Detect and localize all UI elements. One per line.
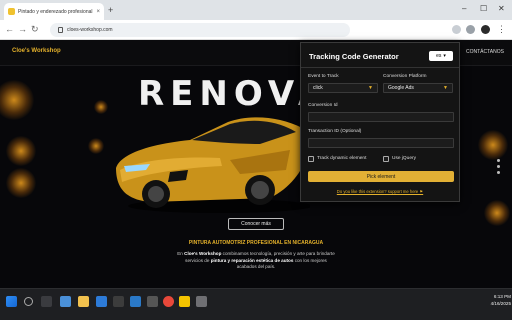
- close-window-button[interactable]: ✕: [498, 4, 505, 13]
- clock-date: 4/16/2025: [490, 301, 511, 306]
- tunnel-light: [6, 136, 36, 166]
- transaction-id-input[interactable]: [308, 138, 454, 148]
- conversion-id-label: Conversion Id: [308, 103, 338, 108]
- widgets-icon[interactable]: [60, 296, 71, 307]
- system-clock[interactable]: 6:13 PM 4/16/2025: [483, 293, 511, 307]
- forward-icon[interactable]: →: [18, 24, 27, 34]
- pick-element-button[interactable]: Pick element: [308, 171, 454, 182]
- platform-value: Google Ads: [388, 85, 414, 91]
- contact-link[interactable]: CONTÁCTANOS: [466, 49, 504, 55]
- tab-title: Pintado y enderezado profesional: [18, 8, 93, 15]
- extensions-puzzle-icon[interactable]: [466, 25, 475, 34]
- tracking-code-generator-popup: Tracking Code Generator es ▾ Event to Tr…: [300, 42, 460, 202]
- platform-label: Conversion Platform: [383, 74, 427, 79]
- clock-time: 6:13 PM: [493, 294, 511, 299]
- url-text: cloes-workshop.com: [67, 27, 113, 33]
- tab-close-icon[interactable]: ×: [96, 9, 100, 15]
- language-value: es: [436, 53, 442, 59]
- tunnel-light: [478, 130, 508, 160]
- tunnel-light: [6, 168, 36, 198]
- dropdown-arrow-icon: ▼: [368, 85, 373, 91]
- event-select[interactable]: click ▼: [308, 83, 378, 93]
- tunnel-light: [0, 80, 34, 120]
- popup-title: Tracking Code Generator: [309, 52, 399, 61]
- dropdown-arrow-icon: ▼: [443, 85, 448, 91]
- address-bar[interactable]: cloes-workshop.com: [50, 23, 350, 37]
- browser-menu-icon[interactable]: ⋮: [497, 24, 506, 35]
- learn-more-button[interactable]: Conocer más: [228, 218, 284, 230]
- tab-favicon-icon: [8, 8, 15, 15]
- transaction-id-label: Transaction ID (Optional): [308, 129, 362, 134]
- tunnel-light: [88, 138, 104, 154]
- browser-tab[interactable]: Pintado y enderezado profesional ×: [4, 3, 104, 20]
- track-dynamic-checkbox[interactable]: [308, 156, 314, 162]
- chevron-down-icon: ▾: [443, 53, 446, 59]
- tagline: PINTURA AUTOMOTRIZ PROFESIONAL EN NICARA…: [188, 240, 324, 246]
- back-icon[interactable]: ←: [5, 24, 14, 34]
- support-link[interactable]: Do you like this extension? support me h…: [301, 189, 459, 194]
- vscode-icon[interactable]: [130, 296, 141, 307]
- platform-select[interactable]: Google Ads ▼: [383, 83, 453, 93]
- windows-start-icon[interactable]: [6, 296, 17, 307]
- use-jquery-checkbox[interactable]: [383, 156, 389, 162]
- task-view-icon[interactable]: [41, 296, 52, 307]
- mail-icon[interactable]: [96, 296, 107, 307]
- tunnel-light: [484, 200, 510, 226]
- minimize-button[interactable]: –: [462, 4, 466, 13]
- hero-description: En Cloe's Workshop combinamos tecnología…: [176, 251, 336, 271]
- profile-avatar[interactable]: [481, 25, 490, 34]
- use-jquery-label: Use jQuery: [392, 156, 416, 161]
- new-tab-button[interactable]: +: [108, 5, 113, 15]
- site-logo[interactable]: Cloe's Workshop: [12, 48, 61, 54]
- site-info-icon[interactable]: [58, 27, 63, 33]
- carousel-dot[interactable]: [497, 159, 500, 162]
- track-dynamic-label: Track dynamic element: [317, 156, 367, 161]
- store-icon[interactable]: [113, 296, 124, 307]
- sticky-notes-icon[interactable]: [179, 296, 190, 307]
- search-icon[interactable]: [24, 297, 33, 306]
- event-value: click: [313, 85, 323, 91]
- chrome-icon[interactable]: [163, 296, 174, 307]
- divider: [301, 67, 459, 68]
- app-icon[interactable]: [196, 296, 207, 307]
- carousel-dot[interactable]: [497, 171, 500, 174]
- tunnel-light: [94, 100, 108, 114]
- event-label: Event to Track: [308, 74, 339, 79]
- terminal-icon[interactable]: [147, 296, 158, 307]
- car-illustration: [116, 117, 310, 213]
- windows-taskbar: [0, 288, 512, 320]
- carousel-dot[interactable]: [497, 165, 500, 168]
- reload-icon[interactable]: ↻: [31, 24, 39, 35]
- desc-intro: En: [177, 251, 183, 256]
- desc-brand: Cloe's Workshop: [184, 251, 222, 256]
- extension-icon[interactable]: [452, 25, 461, 34]
- language-select[interactable]: es ▾: [429, 51, 453, 61]
- maximize-button[interactable]: ☐: [480, 4, 487, 13]
- conversion-id-input[interactable]: [308, 112, 454, 122]
- file-explorer-icon[interactable]: [78, 296, 89, 307]
- desc-services: pintura y reparación estética de autos: [210, 257, 294, 263]
